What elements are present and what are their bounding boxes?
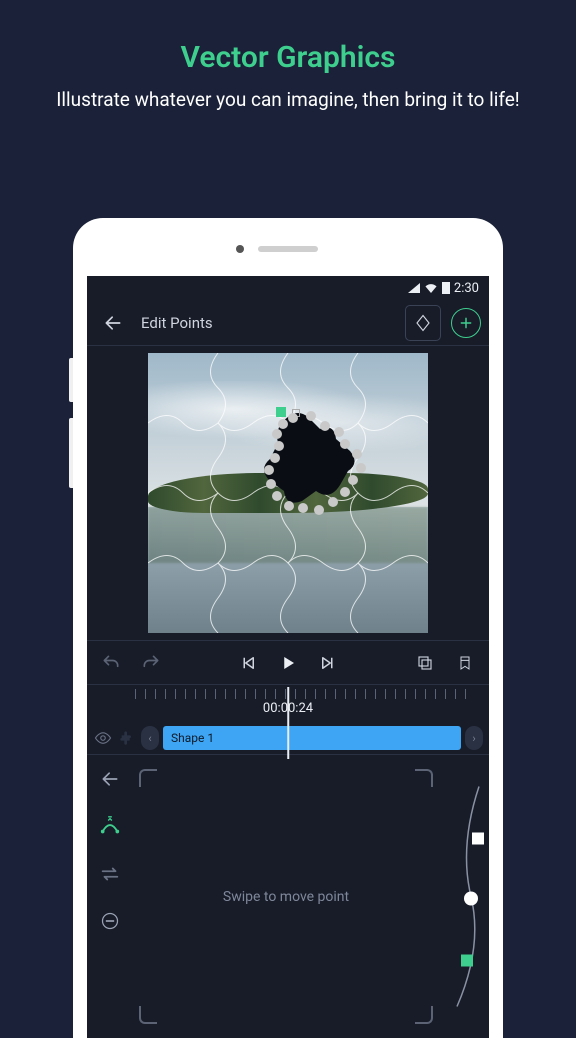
skip-start-button[interactable] bbox=[230, 645, 266, 681]
chevron-right-icon: › bbox=[472, 732, 475, 745]
canvas-area[interactable] bbox=[87, 346, 489, 640]
swap-icon bbox=[99, 863, 121, 885]
chevron-left-icon: ‹ bbox=[148, 732, 151, 745]
canvas[interactable] bbox=[148, 353, 428, 633]
promo-title: Vector Graphics bbox=[0, 0, 576, 75]
playback-bar bbox=[87, 640, 489, 684]
path-node[interactable] bbox=[272, 491, 282, 501]
app-bar: Edit Points bbox=[87, 300, 489, 346]
path-node[interactable] bbox=[270, 453, 280, 463]
swipe-area[interactable]: Swipe to move point bbox=[139, 769, 433, 1024]
playhead[interactable] bbox=[287, 687, 289, 759]
path-node[interactable] bbox=[264, 465, 274, 475]
path-node[interactable] bbox=[328, 497, 338, 507]
plus-icon bbox=[459, 316, 473, 330]
device-frame: 2:30 Edit Points bbox=[73, 218, 503, 1038]
frame-corner bbox=[139, 1006, 157, 1024]
bookmark-icon bbox=[457, 654, 473, 672]
path-node[interactable] bbox=[298, 503, 308, 513]
shape-mode-button[interactable] bbox=[405, 305, 441, 341]
promo-subtitle: Illustrate whatever you can imagine, the… bbox=[0, 75, 576, 113]
layers-button[interactable] bbox=[407, 645, 443, 681]
clip-label: Shape 1 bbox=[171, 731, 214, 745]
canvas-reflection bbox=[148, 507, 428, 563]
path-node[interactable] bbox=[278, 419, 288, 429]
visibility-toggle[interactable] bbox=[93, 728, 113, 748]
easing-curve bbox=[439, 755, 489, 1038]
layers-icon bbox=[416, 654, 434, 672]
wifi-icon bbox=[424, 283, 438, 293]
path-node[interactable] bbox=[284, 501, 294, 511]
frame-corner bbox=[415, 1006, 433, 1024]
status-time: 2:30 bbox=[454, 281, 479, 296]
skip-start-icon bbox=[239, 654, 257, 672]
tool-add-curve-button[interactable] bbox=[99, 815, 121, 841]
back-button[interactable] bbox=[95, 305, 131, 341]
status-bar: 2:30 bbox=[87, 276, 489, 300]
eye-icon bbox=[94, 729, 112, 747]
signal-icon bbox=[408, 283, 420, 293]
path-node[interactable] bbox=[334, 427, 344, 437]
puzzle-icon bbox=[119, 730, 135, 746]
undo-icon bbox=[101, 653, 121, 673]
timeline-clip[interactable]: Shape 1 bbox=[163, 726, 461, 750]
skip-end-icon bbox=[319, 654, 337, 672]
play-button[interactable] bbox=[270, 645, 306, 681]
path-node[interactable] bbox=[306, 411, 316, 421]
play-icon bbox=[279, 654, 297, 672]
tool-swap-direction-button[interactable] bbox=[99, 863, 121, 889]
device-speaker bbox=[258, 246, 318, 252]
prev-keyframe-button[interactable]: ‹ bbox=[141, 726, 159, 750]
path-node[interactable] bbox=[340, 439, 350, 449]
diamond-icon bbox=[414, 314, 432, 332]
battery-icon bbox=[442, 282, 450, 294]
bookmark-button[interactable] bbox=[447, 645, 483, 681]
redo-icon bbox=[141, 653, 161, 673]
path-node[interactable] bbox=[356, 463, 366, 473]
add-button[interactable] bbox=[451, 308, 481, 338]
next-keyframe-button[interactable]: › bbox=[465, 726, 483, 750]
app-bar-title: Edit Points bbox=[141, 314, 395, 332]
tool-back-button[interactable] bbox=[100, 769, 120, 793]
path-node[interactable] bbox=[348, 475, 358, 485]
edit-panel: Swipe to move point bbox=[87, 754, 489, 1038]
path-node[interactable] bbox=[274, 441, 284, 451]
device-camera bbox=[236, 245, 244, 253]
layer-type-icon bbox=[117, 728, 137, 748]
path-node[interactable] bbox=[314, 505, 324, 515]
add-curve-icon bbox=[99, 815, 121, 837]
path-node[interactable] bbox=[320, 421, 330, 431]
device-side-button bbox=[69, 418, 73, 488]
ruler-ticks bbox=[135, 689, 475, 699]
path-node[interactable] bbox=[352, 449, 362, 459]
tool-rail bbox=[87, 755, 133, 1038]
back-arrow-icon bbox=[103, 313, 123, 333]
remove-icon bbox=[100, 911, 120, 931]
frame-corner bbox=[139, 769, 157, 787]
easing-curve-panel[interactable] bbox=[439, 755, 489, 1038]
path-node[interactable] bbox=[266, 479, 276, 489]
timeline-ruler[interactable]: 00:00:24 bbox=[87, 684, 489, 722]
tool-remove-point-button[interactable] bbox=[100, 911, 120, 935]
path-node[interactable] bbox=[272, 429, 282, 439]
path-start-marker[interactable] bbox=[276, 407, 286, 417]
frame-corner bbox=[415, 769, 433, 787]
skip-end-button[interactable] bbox=[310, 645, 346, 681]
path-node[interactable] bbox=[288, 413, 298, 423]
path-node[interactable] bbox=[340, 487, 350, 497]
back-arrow-icon bbox=[100, 769, 120, 789]
swipe-hint: Swipe to move point bbox=[223, 889, 349, 905]
app-screen: 2:30 Edit Points bbox=[87, 276, 489, 1038]
redo-button[interactable] bbox=[133, 645, 169, 681]
device-side-button bbox=[69, 358, 73, 402]
undo-button[interactable] bbox=[93, 645, 129, 681]
